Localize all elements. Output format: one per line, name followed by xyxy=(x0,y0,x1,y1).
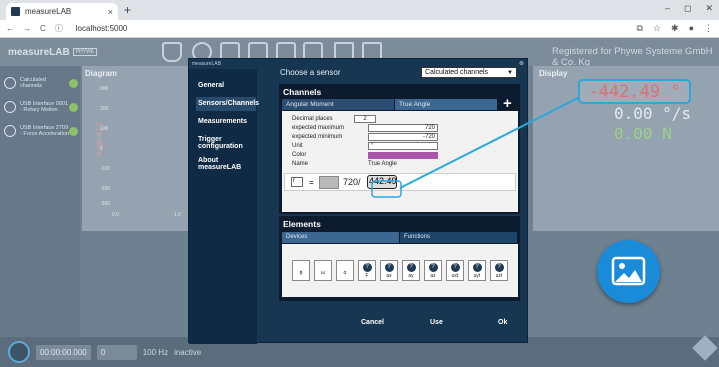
callout-line xyxy=(399,96,581,189)
image-icon[interactable] xyxy=(597,240,660,303)
callout-overlay xyxy=(371,96,581,198)
callout-highlight-box xyxy=(371,180,402,198)
image-glyph xyxy=(611,256,646,286)
